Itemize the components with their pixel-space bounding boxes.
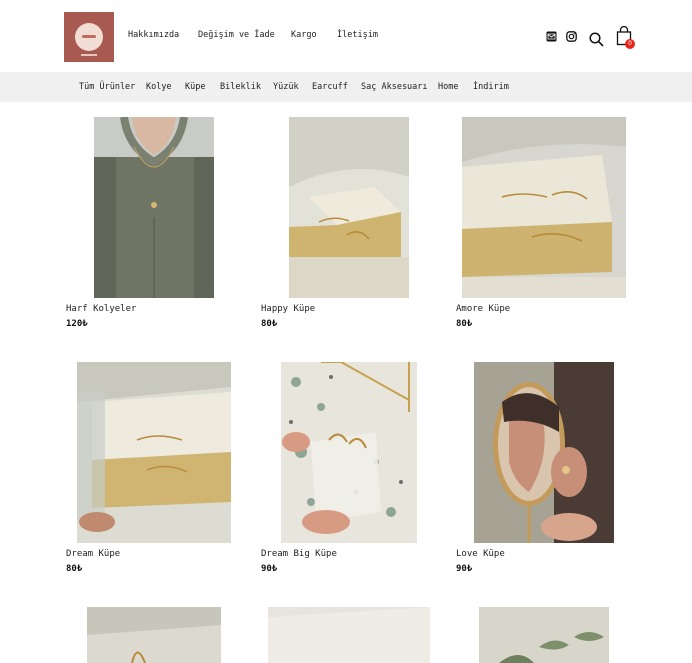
category-sale[interactable]: İndirim	[473, 82, 509, 92]
product-name[interactable]: Dream Küpe	[66, 549, 120, 559]
category-hair-accessory[interactable]: Saç Aksesuarı	[361, 82, 428, 92]
category-bar: Tüm Ürünler Kolye Küpe Bileklik Yüzük Ea…	[0, 72, 692, 102]
mail-icon[interactable]	[546, 31, 557, 42]
category-ring[interactable]: Yüzük	[273, 82, 299, 92]
product-name[interactable]: Dream Big Küpe	[261, 549, 337, 559]
product-price: 90₺	[456, 564, 473, 574]
nav-link-returns[interactable]: Değişim ve İade	[198, 30, 275, 40]
product-image[interactable]	[87, 607, 221, 663]
product-name[interactable]: Love Küpe	[456, 549, 505, 559]
nav-link-shipping[interactable]: Kargo	[291, 30, 317, 40]
category-earrings[interactable]: Küpe	[185, 82, 205, 92]
product-image[interactable]	[479, 607, 609, 663]
product-price: 120₺	[66, 319, 88, 329]
product-name[interactable]: Amore Küpe	[456, 304, 510, 314]
store-logo[interactable]	[64, 12, 114, 62]
product-name[interactable]: Happy Küpe	[261, 304, 315, 314]
instagram-icon[interactable]	[566, 31, 577, 42]
nav-link-contact[interactable]: İletişim	[337, 30, 378, 40]
product-image[interactable]	[77, 362, 231, 543]
cart-count-badge: 0	[625, 39, 635, 49]
product-price: 80₺	[456, 319, 473, 329]
product-image[interactable]	[268, 607, 430, 663]
product-image[interactable]	[281, 362, 417, 543]
category-necklace[interactable]: Kolye	[146, 82, 172, 92]
site-header: Hakkımızda Değişim ve İade Kargo İletişi…	[0, 0, 692, 72]
category-all-products[interactable]: Tüm Ürünler	[79, 82, 135, 92]
category-home[interactable]: Home	[438, 82, 458, 92]
product-image[interactable]	[462, 117, 626, 298]
product-price: 80₺	[261, 319, 278, 329]
product-image[interactable]	[474, 362, 614, 543]
category-earcuff[interactable]: Earcuff	[312, 82, 348, 92]
product-name[interactable]: Harf Kolyeler	[66, 304, 136, 314]
category-bracelet[interactable]: Bileklik	[220, 82, 261, 92]
nav-link-about[interactable]: Hakkımızda	[128, 30, 179, 40]
product-price: 80₺	[66, 564, 83, 574]
product-image[interactable]	[289, 117, 409, 298]
product-price: 90₺	[261, 564, 278, 574]
product-image[interactable]	[94, 117, 214, 298]
search-icon[interactable]	[589, 32, 604, 47]
